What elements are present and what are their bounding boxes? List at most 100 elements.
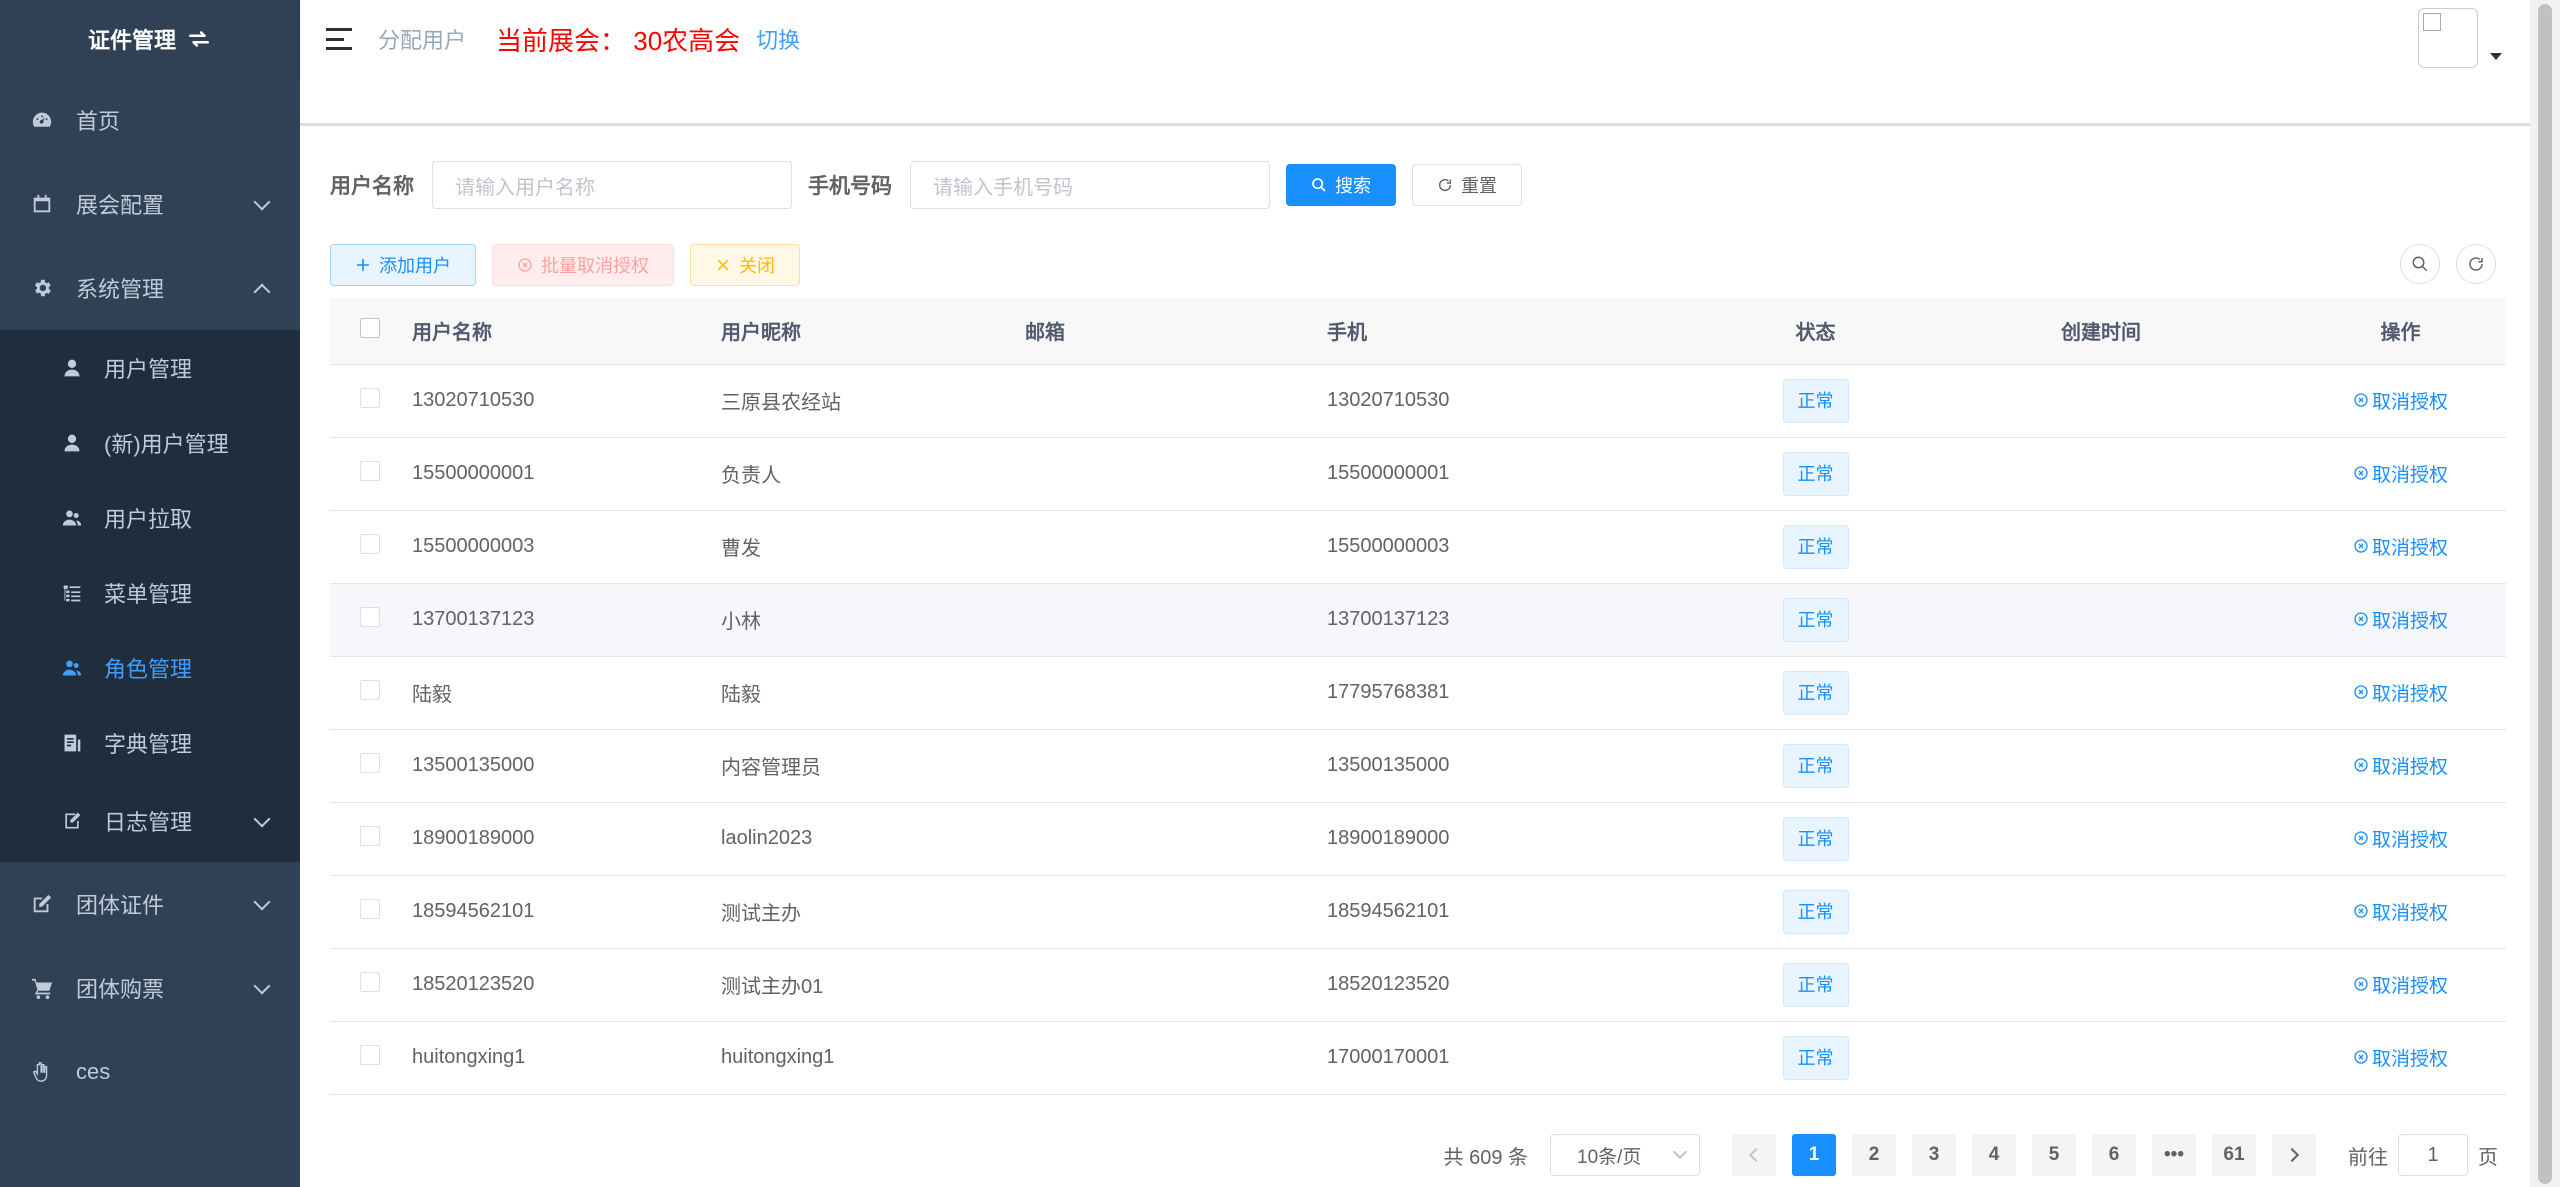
revoke-auth-link[interactable]: 取消授权: [2353, 752, 2448, 779]
sidebar-item-system[interactable]: 系统管理: [0, 246, 300, 330]
cell-status: 正常: [1724, 802, 1907, 876]
table-header-row: 用户名称 用户昵称 邮箱 手机 状态 创建时间 操作: [330, 298, 2506, 365]
cell-phone: 13500135000: [1327, 729, 1724, 803]
sidebar-item-group-ticket[interactable]: 团体购票: [0, 946, 300, 1030]
add-user-button[interactable]: 添加用户: [330, 244, 476, 286]
sidebar-item-role-management[interactable]: 角色管理: [0, 630, 300, 705]
log-icon: [60, 809, 84, 833]
sidebar-item-menu-management[interactable]: 菜单管理: [0, 555, 300, 630]
sidebar-item-group-cert[interactable]: 团体证件: [0, 862, 300, 946]
cell-phone: 15500000003: [1327, 510, 1724, 584]
page-number-button[interactable]: 6: [2092, 1134, 2136, 1176]
table-row[interactable]: 15500000001 负责人 15500000001 正常 取消授权: [330, 437, 2506, 511]
table-row[interactable]: 18900189000 laolin2023 18900189000 正常 取消授权: [330, 802, 2506, 876]
username-input[interactable]: 请输入用户名称: [432, 161, 792, 209]
chevron-down-icon: [253, 810, 271, 828]
row-checkbox[interactable]: [360, 460, 380, 481]
cell-username: 13700137123: [412, 583, 721, 657]
sidebar-item-user-management[interactable]: 用户管理: [0, 330, 300, 405]
toggle-search-button[interactable]: [2400, 244, 2440, 284]
table-row[interactable]: 13020710530 三原县农经站 13020710530 正常 取消授权: [330, 364, 2506, 438]
search-button-label: 搜索: [1335, 176, 1371, 196]
cell-username: 13500135000: [412, 729, 721, 803]
revoke-auth-link[interactable]: 取消授权: [2353, 679, 2448, 706]
reset-button[interactable]: 重置: [1412, 164, 1522, 206]
table-row[interactable]: 13700137123 小林 13700137123 正常 取消授权: [330, 583, 2506, 657]
row-checkbox[interactable]: [360, 898, 380, 919]
sidebar-item-ces[interactable]: ces: [0, 1030, 300, 1114]
revoke-auth-link[interactable]: 取消授权: [2353, 1044, 2448, 1071]
revoke-auth-link[interactable]: 取消授权: [2353, 533, 2448, 560]
cell-username: 陆毅: [412, 656, 721, 730]
revoke-auth-label: 取消授权: [2371, 610, 2448, 632]
row-checkbox[interactable]: [360, 533, 380, 554]
row-checkbox[interactable]: [360, 752, 380, 773]
revoke-auth-link[interactable]: 取消授权: [2353, 971, 2448, 998]
chevron-down-icon: [253, 893, 271, 911]
revoke-auth-link[interactable]: 取消授权: [2353, 898, 2448, 925]
revoke-auth-link[interactable]: 取消授权: [2353, 387, 2448, 414]
pagination-total: 共 609 条: [1443, 1146, 1528, 1169]
user-avatar-dropdown[interactable]: [2418, 8, 2502, 68]
close-button[interactable]: 关闭: [690, 244, 800, 286]
page-number-button[interactable]: 61: [2212, 1134, 2256, 1176]
sidebar-item-log-management[interactable]: 日志管理: [0, 780, 300, 862]
table-row[interactable]: 18594562101 测试主办 18594562101 正常 取消授权: [330, 875, 2506, 949]
table-row[interactable]: 13500135000 内容管理员 13500135000 正常 取消授权: [330, 729, 2506, 803]
sidebar-item-new-user-management[interactable]: (新)用户管理: [0, 405, 300, 480]
sidebar-item-dict-management[interactable]: 字典管理: [0, 705, 300, 780]
cell-username: huitongxing1: [412, 1021, 721, 1095]
table-row[interactable]: huitongxing1 huitongxing1 17000170001 正常 取消授…: [330, 1021, 2506, 1095]
refresh-button[interactable]: [2456, 244, 2496, 284]
breadcrumb: 分配用户: [378, 28, 467, 53]
page-number-button[interactable]: 2: [1852, 1134, 1896, 1176]
scrollbar-thumb[interactable]: [2538, 4, 2552, 1184]
page-number-button[interactable]: 4: [1972, 1134, 2016, 1176]
revoke-auth-link[interactable]: 取消授权: [2353, 460, 2448, 487]
hamburger-icon[interactable]: [326, 28, 352, 50]
goto-suffix: 页: [2478, 1146, 2498, 1169]
sidebar-item-user-pull[interactable]: 用户拉取: [0, 480, 300, 555]
cell-created: [1907, 510, 2295, 584]
revoke-auth-link[interactable]: 取消授权: [2353, 606, 2448, 633]
sidebar-logo[interactable]: 证件管理: [0, 0, 300, 78]
phone-input[interactable]: 请输入手机号码: [910, 161, 1270, 209]
page-ellipsis[interactable]: •••: [2152, 1134, 2196, 1176]
revoke-auth-link[interactable]: 取消授权: [2353, 825, 2448, 852]
prev-page-button[interactable]: [1732, 1134, 1776, 1176]
avatar[interactable]: [2418, 8, 2478, 68]
page-number-button[interactable]: 1: [1792, 1134, 1836, 1176]
row-checkbox[interactable]: [360, 825, 380, 846]
page-list: 1 2 3 4 5 6 ••• 61: [1792, 1134, 2256, 1176]
caret-down-icon: [2490, 53, 2502, 60]
row-checkbox[interactable]: [360, 1044, 380, 1065]
row-checkbox[interactable]: [360, 971, 380, 992]
cell-email: [1025, 802, 1327, 876]
cell-operation: 取消授权: [2295, 948, 2506, 1022]
scrollbar[interactable]: [2530, 0, 2560, 1187]
next-page-button[interactable]: [2272, 1134, 2316, 1176]
table-row[interactable]: 15500000003 曹发 15500000003 正常 取消授权: [330, 510, 2506, 584]
row-checkbox[interactable]: [360, 679, 380, 700]
table-row[interactable]: 18520123520 测试主办01 18520123520 正常 取消授权: [330, 948, 2506, 1022]
row-checkbox[interactable]: [360, 606, 380, 627]
batch-revoke-button[interactable]: 批量取消授权: [492, 244, 674, 286]
row-checkbox[interactable]: [360, 387, 380, 408]
page-number-button[interactable]: 5: [2032, 1134, 2076, 1176]
sidebar-item-home[interactable]: 首页: [0, 78, 300, 162]
plus-icon: [357, 259, 369, 271]
search-icon: [2412, 256, 2428, 272]
row-select-cell: [330, 948, 412, 1022]
search-button[interactable]: 搜索: [1286, 164, 1396, 206]
username-label: 用户名称: [330, 175, 414, 198]
page-number-button[interactable]: 3: [1912, 1134, 1956, 1176]
select-all-checkbox[interactable]: [360, 317, 380, 338]
table-row[interactable]: 陆毅 陆毅 17795768381 正常 取消授权: [330, 656, 2506, 730]
sidebar-item-expo-config[interactable]: 展会配置: [0, 162, 300, 246]
goto-page-input[interactable]: 1: [2398, 1134, 2468, 1176]
page-size-select[interactable]: 10条/页: [1550, 1134, 1700, 1176]
switch-expo-link[interactable]: 切换: [756, 23, 800, 55]
row-select-cell: [330, 364, 412, 438]
cell-status: 正常: [1724, 364, 1907, 438]
hand-icon: [30, 1060, 54, 1084]
